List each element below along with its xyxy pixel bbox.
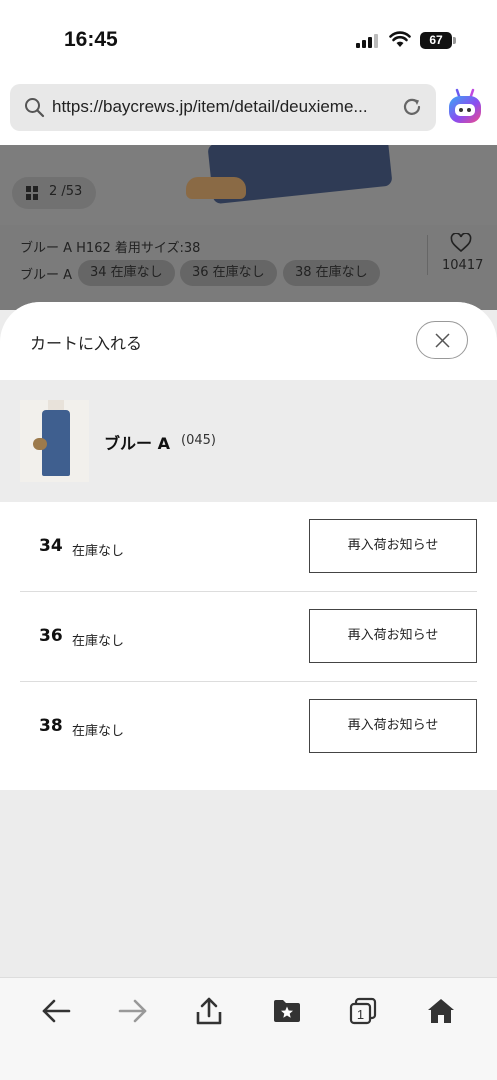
stock-status: 在庫なし bbox=[72, 634, 125, 649]
browser-toolbar: 1 bbox=[0, 977, 497, 1080]
stock-status: 在庫なし bbox=[72, 724, 125, 739]
bookmarks-icon[interactable] bbox=[272, 998, 302, 1024]
restock-notify-button[interactable]: 再入荷お知らせ bbox=[309, 609, 477, 663]
url-text: https://baycrews.jp/item/detail/deuxieme… bbox=[52, 97, 368, 116]
tabs-icon[interactable]: 1 bbox=[349, 997, 377, 1025]
favorite-count: 10417 bbox=[442, 258, 484, 273]
home-icon[interactable] bbox=[427, 997, 455, 1025]
wifi-icon bbox=[389, 31, 411, 47]
size-chip-38[interactable]: 38 在庫なし bbox=[283, 260, 380, 286]
selected-product: ブルー A (045) bbox=[0, 380, 497, 502]
product-code: (045) bbox=[181, 433, 216, 448]
size-value: 38 bbox=[39, 716, 63, 736]
color-label: ブルー A bbox=[20, 268, 73, 283]
signal-icon bbox=[356, 33, 380, 48]
forward-arrow-icon[interactable] bbox=[118, 998, 148, 1024]
heart-icon[interactable] bbox=[450, 233, 472, 253]
browser-address-area: https://baycrews.jp/item/detail/deuxieme… bbox=[0, 80, 497, 145]
add-to-cart-sheet: カートに入れる ブルー A (045) 34 在庫なし 再入荷お知らせ 36 在… bbox=[0, 302, 497, 977]
battery-icon: 67 bbox=[420, 32, 456, 49]
status-bar: 16:45 67 bbox=[0, 0, 497, 80]
image-counter-text: 2 /53 bbox=[49, 184, 83, 199]
close-button[interactable] bbox=[416, 321, 468, 359]
divider bbox=[427, 235, 428, 275]
assistant-icon[interactable] bbox=[447, 88, 483, 126]
address-bar[interactable]: https://baycrews.jp/item/detail/deuxieme… bbox=[10, 84, 436, 131]
restock-notify-button[interactable]: 再入荷お知らせ bbox=[309, 519, 477, 573]
sheet-header: カートに入れる bbox=[0, 302, 497, 380]
back-arrow-icon[interactable] bbox=[41, 998, 71, 1024]
size-chip-34[interactable]: 34 在庫なし bbox=[78, 260, 175, 286]
product-thumbnail bbox=[20, 400, 89, 482]
reload-icon[interactable] bbox=[401, 96, 423, 118]
restock-notify-button[interactable]: 再入荷お知らせ bbox=[309, 699, 477, 753]
model-info: ブルー A H162 着用サイズ:38 bbox=[20, 241, 201, 256]
close-icon bbox=[435, 333, 450, 348]
share-icon[interactable] bbox=[195, 996, 223, 1026]
product-info-panel: ブルー A H162 着用サイズ:38 ブルー A 34 在庫なし 36 在庫な… bbox=[0, 225, 497, 310]
grid-icon bbox=[26, 186, 38, 200]
size-row: 34 在庫なし 再入荷お知らせ bbox=[20, 502, 477, 592]
search-icon bbox=[25, 98, 45, 118]
image-counter: 2 /53 bbox=[12, 177, 96, 209]
clock: 16:45 bbox=[64, 28, 118, 51]
size-value: 36 bbox=[39, 626, 63, 646]
size-row: 38 在庫なし 再入荷お知らせ bbox=[20, 682, 477, 772]
size-value: 34 bbox=[39, 536, 63, 556]
product-name: ブルー A bbox=[104, 434, 170, 453]
tab-count: 1 bbox=[357, 1007, 364, 1022]
size-list: 34 在庫なし 再入荷お知らせ 36 在庫なし 再入荷お知らせ 38 在庫なし … bbox=[0, 502, 497, 790]
size-row: 36 在庫なし 再入荷お知らせ bbox=[20, 592, 477, 682]
sheet-title: カートに入れる bbox=[30, 334, 143, 353]
size-chip-36[interactable]: 36 在庫なし bbox=[180, 260, 277, 286]
stock-status: 在庫なし bbox=[72, 544, 125, 559]
